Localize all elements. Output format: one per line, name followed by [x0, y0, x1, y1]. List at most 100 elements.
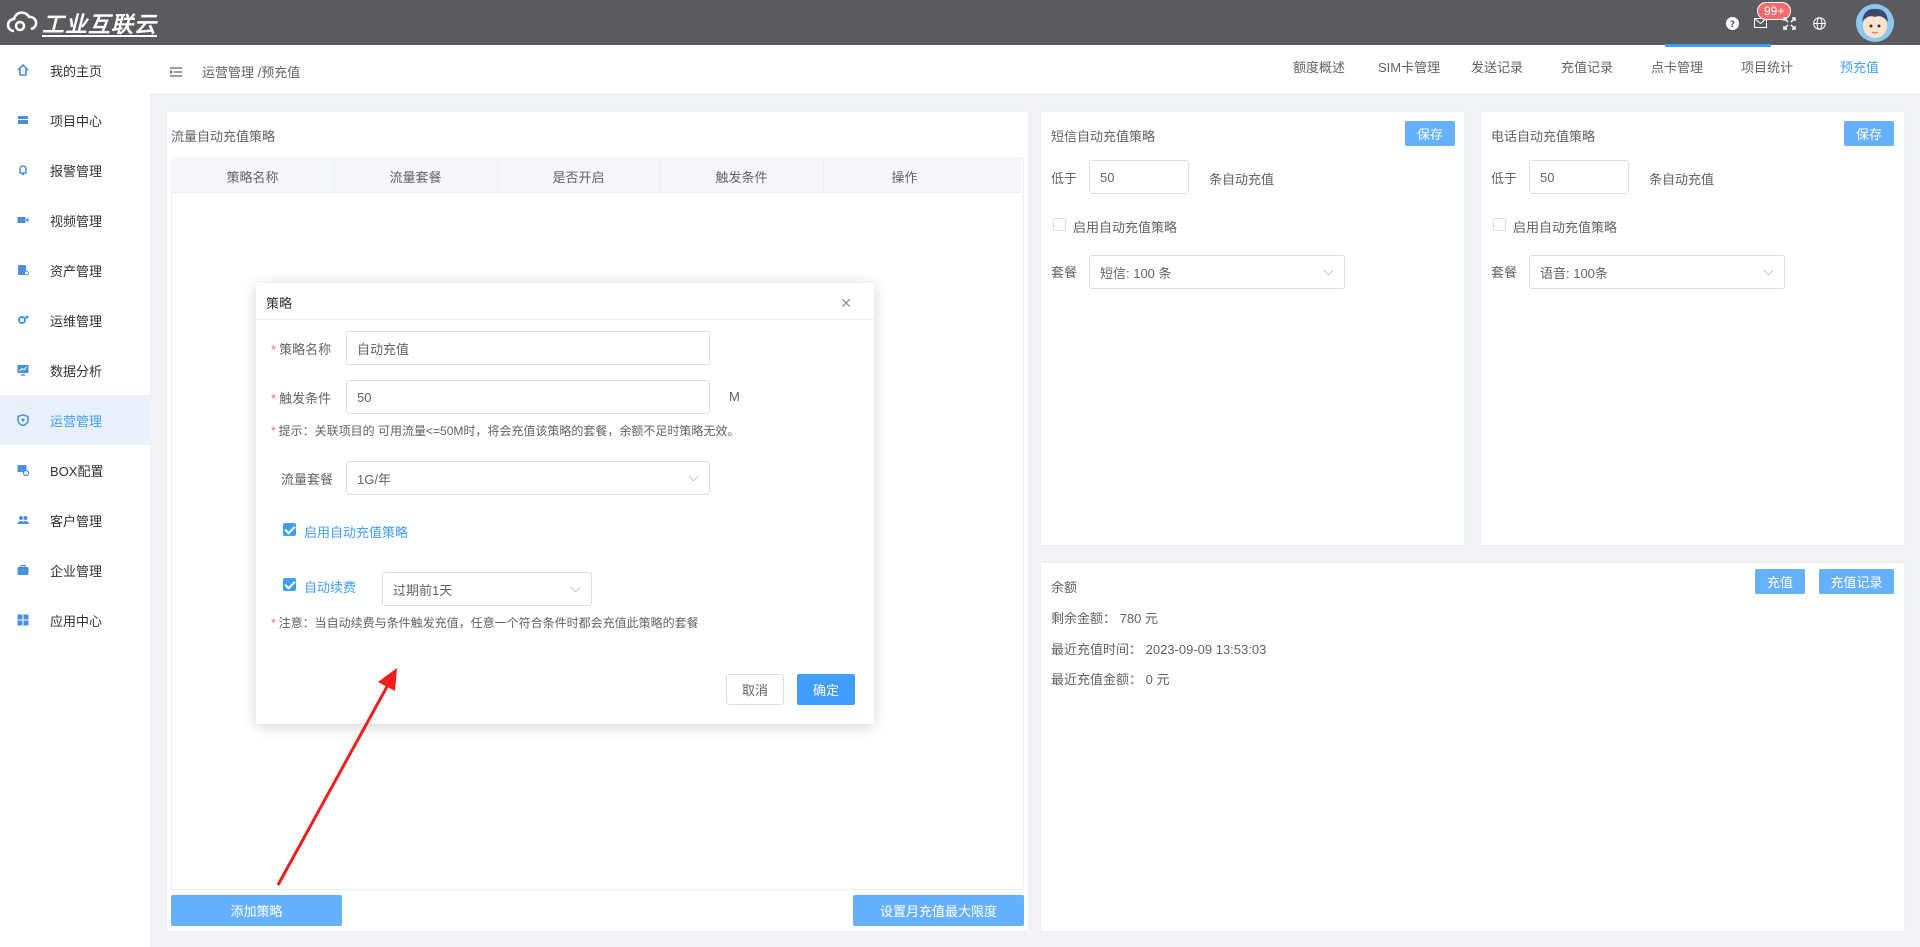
sidebar-item-label: 客户管理: [50, 513, 103, 529]
sidebar-item-projects[interactable]: 项目中心: [0, 95, 150, 145]
language-globe-icon[interactable]: [1811, 15, 1827, 31]
sms-package-label: 套餐: [1051, 265, 1078, 280]
shield-icon: [16, 413, 30, 427]
remaining-amount: 剩余金额： 780 元: [1051, 611, 1158, 626]
sidebar-item-label: 项目中心: [50, 113, 103, 129]
balance-panel-title: 余额: [1051, 580, 1078, 595]
strategy-name-input[interactable]: 自动充值: [346, 331, 710, 365]
phone-save-button[interactable]: 保存: [1844, 121, 1894, 146]
cancel-button[interactable]: 取消: [726, 674, 784, 705]
sms-below-label: 低于: [1051, 171, 1078, 186]
breadcrumb: 运营管理 /预充值: [202, 65, 301, 80]
auto-renew-label[interactable]: 自动续费: [304, 577, 356, 596]
col-trigger: 触发条件: [715, 170, 768, 185]
sidebar: 我的主页 项目中心 报警管理 视频管理 资产管理 运维管理 数据分析 运营管理 …: [0, 45, 150, 947]
sidebar-item-label: 报警管理: [50, 163, 103, 179]
sms-panel-title: 短信自动充值策略: [1051, 129, 1156, 144]
chevron-down-icon: [570, 582, 581, 593]
sms-threshold-input[interactable]: 50: [1089, 160, 1189, 194]
trigger-label: * 触发条件: [271, 391, 332, 406]
last-recharge-amount: 最近充值金额： 0 元: [1051, 672, 1170, 687]
sidebar-item-box-config[interactable]: BOX配置: [0, 445, 150, 495]
sidebar-item-enterprise[interactable]: 企业管理: [0, 545, 150, 595]
help-icon[interactable]: ?: [1724, 15, 1740, 31]
phone-unit-text: 条自动充值: [1649, 172, 1715, 187]
sidebar-item-operations[interactable]: 运营管理: [0, 395, 150, 445]
phone-package-select[interactable]: 语音: 100条: [1529, 255, 1785, 289]
asset-icon: [16, 263, 30, 277]
bell-icon: [16, 163, 30, 177]
chevron-down-icon: [1763, 265, 1774, 276]
sidebar-item-video[interactable]: 视频管理: [0, 195, 150, 245]
phone-below-label: 低于: [1491, 171, 1518, 186]
sidebar-item-customers[interactable]: 客户管理: [0, 495, 150, 545]
tab-project-stats[interactable]: 项目统计: [1741, 57, 1793, 76]
box-config-icon: [16, 463, 30, 477]
logo-text: 工业互联云: [42, 12, 158, 37]
sms-save-button[interactable]: 保存: [1405, 121, 1455, 146]
dialog-title: 策略: [266, 296, 293, 311]
monitor-chart-icon: [16, 363, 30, 377]
sidebar-item-ops[interactable]: 运维管理: [0, 295, 150, 345]
sidebar-item-label: 企业管理: [50, 563, 103, 579]
phone-package-value: 语音: 100条: [1540, 265, 1608, 281]
close-icon[interactable]: ✕: [840, 295, 852, 312]
fullscreen-icon[interactable]: [1781, 15, 1797, 31]
name-label: * 策略名称: [271, 342, 332, 357]
trigger-unit: M: [729, 389, 740, 404]
sms-enable-checkbox[interactable]: [1053, 218, 1066, 231]
sms-package-value: 短信: 100 条: [1100, 265, 1172, 281]
phone-package-label: 套餐: [1491, 265, 1518, 280]
tab-sim-management[interactable]: SIM卡管理: [1378, 57, 1440, 76]
chevron-down-icon: [688, 471, 699, 482]
home-icon: [16, 63, 30, 77]
flow-package-value: 1G/年: [357, 471, 391, 487]
phone-threshold-input[interactable]: 50: [1529, 160, 1629, 194]
tab-recharge-records[interactable]: 充值记录: [1561, 57, 1613, 76]
trigger-hint: * 提示：关联项目的 可用流量<=50M时，将会充值该策略的套餐，余额不足时策略无…: [271, 424, 740, 438]
sms-unit-text: 条自动充值: [1209, 172, 1275, 187]
recharge-records-button[interactable]: 充值记录: [1819, 569, 1894, 594]
tab-send-records[interactable]: 发送记录: [1471, 57, 1523, 76]
sidebar-item-home[interactable]: 我的主页: [0, 45, 150, 95]
sidebar-item-label: 运维管理: [50, 313, 103, 329]
grid-apps-icon: [16, 613, 30, 627]
phone-strategy-panel: 电话自动充值策略 保存 低于 50 条自动充值 启用自动充值策略 套餐 语音: …: [1480, 111, 1905, 546]
sms-enable-label: 启用自动充值策略: [1073, 220, 1178, 235]
last-recharge-time: 最近充值时间： 2023-09-09 13:53:03: [1051, 642, 1267, 657]
sidebar-item-label: BOX配置: [50, 463, 104, 479]
page-header: 运营管理 /预充值 额度概述 SIM卡管理 发送记录 充值记录 点卡管理 项目统…: [150, 45, 1920, 95]
strategy-dialog: 策略 ✕ * 策略名称 自动充值 * 触发条件 50 M * 提示：关联项目的 可用流…: [256, 283, 874, 724]
sidebar-item-assets[interactable]: 资产管理: [0, 245, 150, 295]
enable-strategy-label[interactable]: 启用自动充值策略: [304, 522, 408, 541]
sidebar-item-label: 数据分析: [50, 363, 103, 379]
trigger-input[interactable]: 50: [346, 380, 710, 414]
tab-point-card[interactable]: 点卡管理: [1651, 57, 1703, 76]
renew-timing-select[interactable]: 过期前1天: [382, 572, 592, 606]
auto-renew-checkbox[interactable]: [283, 578, 296, 591]
enable-strategy-checkbox[interactable]: [283, 523, 296, 536]
sidebar-item-alarms[interactable]: 报警管理: [0, 145, 150, 195]
sidebar-item-apps[interactable]: 应用中心: [0, 595, 150, 645]
project-icon: [16, 113, 30, 127]
sms-package-select[interactable]: 短信: 100 条: [1089, 255, 1345, 289]
package-label: 流量套餐: [281, 472, 334, 487]
sidebar-item-label: 应用中心: [50, 613, 103, 629]
add-strategy-button[interactable]: 添加策略: [171, 895, 342, 926]
sidebar-item-analytics[interactable]: 数据分析: [0, 345, 150, 395]
user-avatar[interactable]: [1856, 4, 1894, 42]
sidebar-item-label: 我的主页: [50, 63, 103, 79]
flow-package-select[interactable]: 1G/年: [346, 461, 710, 495]
set-monthly-limit-button[interactable]: 设置月充值最大限度: [853, 895, 1024, 926]
svg-text:?: ?: [1729, 20, 1734, 30]
tab-prepaid[interactable]: 预充值: [1840, 57, 1879, 76]
tab-quota-overview[interactable]: 额度概述: [1293, 57, 1345, 76]
recharge-button[interactable]: 充值: [1755, 569, 1805, 594]
col-enabled: 是否开启: [552, 170, 605, 185]
menu-collapse-icon[interactable]: [169, 65, 182, 77]
confirm-button[interactable]: 确定: [797, 674, 855, 705]
phone-enable-checkbox[interactable]: [1493, 218, 1506, 231]
col-strategy-name: 策略名称: [226, 170, 279, 185]
renew-note: * 注意：当自动续费与条件触发充值，任意一个符合条件时都会充值此策略的套餐: [271, 616, 699, 630]
logo[interactable]: 工业互联云: [6, 9, 157, 37]
